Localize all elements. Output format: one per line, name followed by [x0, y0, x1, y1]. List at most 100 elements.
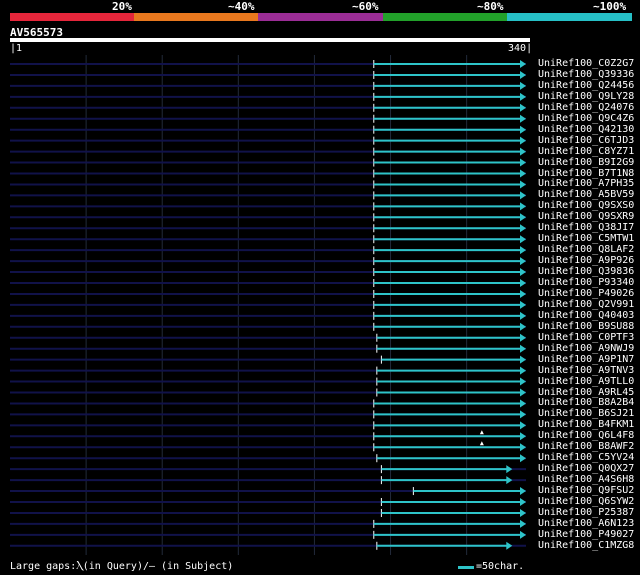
- hit-label[interactable]: UniRef100_Q6SYW2: [538, 496, 634, 507]
- hit-arrow-icon: [520, 114, 526, 123]
- hit-label[interactable]: UniRef100_A6N123: [538, 518, 634, 529]
- hit-label[interactable]: UniRef100_Q39336: [538, 69, 634, 80]
- scale-label: =50char.: [476, 561, 525, 572]
- hit-label[interactable]: UniRef100_B8AWF2: [538, 441, 634, 452]
- query-bar: [10, 38, 530, 42]
- hit-label[interactable]: UniRef100_Q0QX27: [538, 463, 634, 474]
- hit-arrow-icon: [520, 246, 526, 255]
- hit-arrow-icon: [520, 399, 526, 408]
- hit-arrow-icon: [520, 432, 526, 441]
- hit-arrow-icon: [520, 158, 526, 167]
- hit-arrow-icon: [520, 147, 526, 156]
- hit-label[interactable]: UniRef100_C5YV24: [538, 452, 634, 463]
- hit-label[interactable]: UniRef100_Q39836: [538, 266, 634, 277]
- query-end-tick: 340|: [508, 43, 533, 54]
- hit-label[interactable]: UniRef100_A9P926: [538, 255, 634, 266]
- legend-swatch-4: [382, 13, 508, 21]
- hit-arrow-icon: [520, 136, 526, 145]
- hit-arrow-icon: [520, 487, 526, 496]
- hit-arrow-icon: [520, 213, 526, 222]
- legend-label-60: ~60%: [352, 0, 379, 13]
- hit-arrow-icon: [520, 300, 526, 309]
- hit-arrow-icon: [520, 268, 526, 277]
- scale-bar: [458, 566, 474, 569]
- query-end-label: 340: [508, 43, 527, 54]
- hit-label[interactable]: UniRef100_C8YZ71: [538, 146, 634, 157]
- query-start-tick: |1: [10, 43, 23, 54]
- legend-label-100: ~100%: [593, 0, 627, 13]
- hit-label[interactable]: UniRef100_A9TLL0: [538, 376, 634, 387]
- hit-label[interactable]: UniRef100_B8A2B4: [538, 397, 634, 408]
- hit-label[interactable]: UniRef100_B9I2G9: [538, 157, 634, 168]
- hit-arrow-icon: [520, 322, 526, 331]
- hit-label[interactable]: UniRef100_Q9C4Z6: [538, 113, 634, 124]
- legend-swatch-1: [10, 13, 135, 21]
- hit-arrow-icon: [520, 235, 526, 244]
- hit-arrow-icon: [520, 180, 526, 189]
- hit-arrow-icon: [520, 191, 526, 200]
- hit-label[interactable]: UniRef100_B4FKM1: [538, 419, 634, 430]
- hit-arrow-icon: [520, 355, 526, 364]
- hit-arrow-icon: [520, 498, 526, 506]
- hit-arrow-icon: [520, 410, 526, 419]
- hit-label[interactable]: UniRef100_A5BV59: [538, 189, 634, 200]
- hit-arrow-icon: [506, 541, 513, 550]
- hit-arrow-icon: [520, 279, 526, 287]
- query-start-label: 1: [16, 43, 23, 54]
- hit-label[interactable]: UniRef100_C5MTW1: [538, 233, 634, 244]
- hit-label[interactable]: UniRef100_Q9SXS0: [538, 200, 634, 211]
- hit-arrow-icon: [520, 92, 526, 101]
- hit-arrow-icon: [520, 257, 526, 266]
- hit-label[interactable]: UniRef100_Q9FSU2: [538, 485, 634, 496]
- hit-label[interactable]: UniRef100_B6SJ21: [538, 408, 634, 419]
- hit-label[interactable]: UniRef100_Q6L4F8: [538, 430, 634, 441]
- hit-label[interactable]: UniRef100_C0Z2G7: [538, 58, 634, 69]
- alignment-plot: UniRef100_C0Z2G7 UniRef100_Q39336 UniRef10…: [0, 55, 640, 557]
- hit-arrow-icon: [520, 333, 526, 342]
- hit-arrow-icon: [520, 125, 526, 134]
- gap-marker-icon: [479, 441, 484, 446]
- hit-arrow-icon: [520, 377, 526, 386]
- hit-label[interactable]: UniRef100_A4S6H8: [538, 474, 634, 485]
- hit-label[interactable]: UniRef100_C1MZG8: [538, 540, 634, 551]
- hit-arrow-icon: [506, 465, 513, 474]
- hit-arrow-icon: [520, 519, 526, 528]
- legend-label-80: ~80%: [477, 0, 504, 13]
- hit-label[interactable]: UniRef100_P93340: [538, 277, 634, 288]
- hit-arrow-icon: [520, 311, 526, 320]
- hit-label[interactable]: UniRef100_B7T1N8: [538, 168, 634, 179]
- legend-swatch-5: [506, 13, 632, 21]
- hit-label[interactable]: UniRef100_Q9LY28: [538, 91, 634, 102]
- hit-label[interactable]: UniRef100_B9SU88: [538, 321, 634, 332]
- hit-label[interactable]: UniRef100_A9TNV3: [538, 365, 634, 376]
- hit-label[interactable]: UniRef100_Q40403: [538, 310, 634, 321]
- hit-arrow-icon: [520, 443, 526, 452]
- hit-label[interactable]: UniRef100_Q42130: [538, 124, 634, 135]
- hit-label[interactable]: UniRef100_P49026: [538, 288, 634, 299]
- hit-label[interactable]: UniRef100_Q38JI7: [538, 222, 634, 233]
- hit-label[interactable]: UniRef100_Q24076: [538, 102, 634, 113]
- legend-label-40: ~40%: [228, 0, 255, 13]
- hit-label[interactable]: UniRef100_A7PH35: [538, 178, 634, 189]
- hit-arrow-icon: [520, 366, 526, 375]
- hit-label[interactable]: UniRef100_A9RL45: [538, 387, 634, 398]
- hit-label[interactable]: UniRef100_Q2V991: [538, 299, 634, 310]
- identity-color-legend: [10, 13, 632, 21]
- hit-label[interactable]: UniRef100_P25387: [538, 507, 634, 518]
- hit-label[interactable]: UniRef100_Q8LAF2: [538, 244, 634, 255]
- legend-swatch-2: [134, 13, 260, 21]
- hit-label[interactable]: UniRef100_C0PTF3: [538, 332, 634, 343]
- hit-arrow-icon: [520, 289, 526, 298]
- hit-arrow-icon: [520, 508, 526, 517]
- hit-arrow-icon: [520, 421, 526, 430]
- hit-label[interactable]: UniRef100_Q9SXR9: [538, 211, 634, 222]
- hit-label[interactable]: UniRef100_C6TJD3: [538, 135, 634, 146]
- hit-arrow-icon: [520, 454, 526, 463]
- hit-label[interactable]: UniRef100_A9P1N7: [538, 354, 634, 365]
- hit-label[interactable]: UniRef100_A9NWJ9: [538, 343, 634, 354]
- hit-arrow-icon: [520, 81, 526, 90]
- hit-arrow-icon: [520, 530, 526, 539]
- hit-label[interactable]: UniRef100_Q24456: [538, 80, 634, 91]
- hit-label[interactable]: UniRef100_P49027: [538, 529, 634, 540]
- gap-marker-icon: [479, 430, 484, 435]
